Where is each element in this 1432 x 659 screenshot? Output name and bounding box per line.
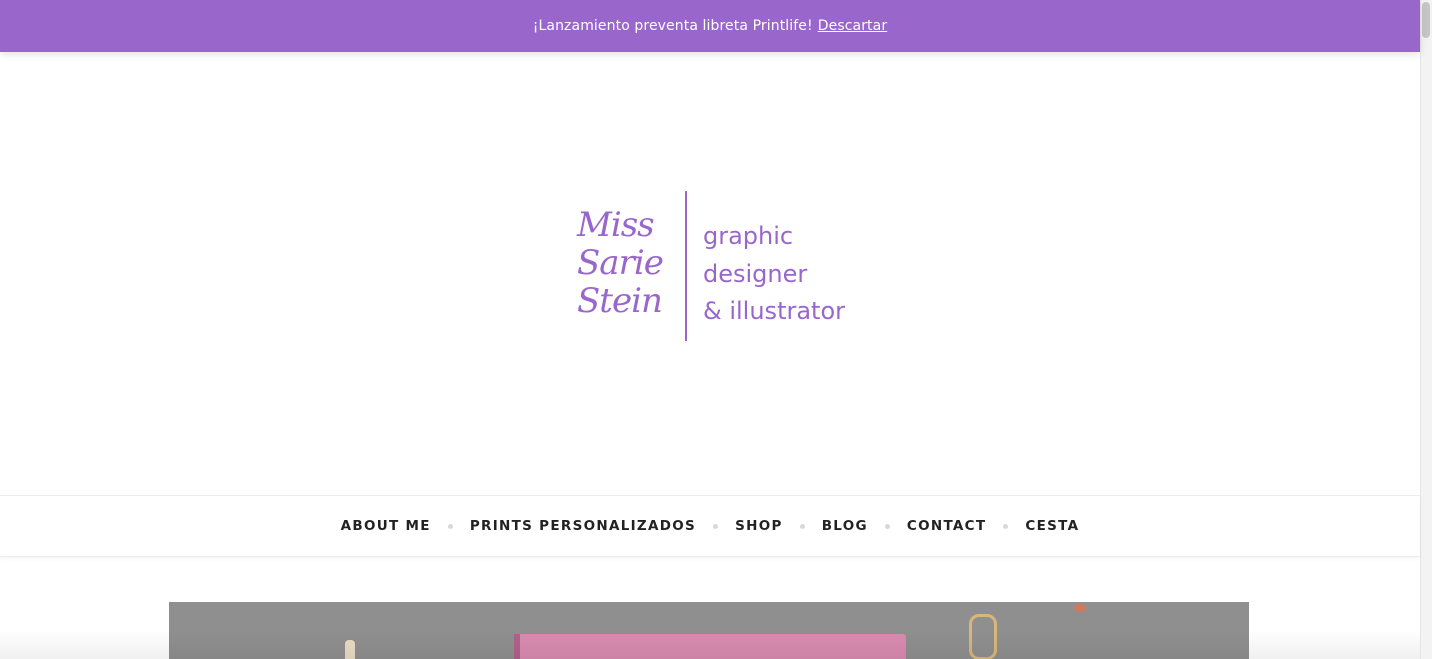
logo-script-name: Miss Sarie Stein (577, 206, 677, 324)
hero-notebook-shape (514, 634, 906, 659)
logo-tagline: graphic designer & illustrator (703, 218, 845, 331)
hero-notebook-spine (514, 634, 520, 659)
logo-script-line: Stein (577, 281, 663, 321)
logo-tagline-line: graphic (703, 222, 794, 250)
logo-tagline-line: designer (703, 259, 808, 288)
hero-decor-dot (1074, 604, 1086, 612)
scrollbar-thumb[interactable] (1422, 2, 1430, 38)
logo-script-line: Miss (577, 205, 655, 245)
nav-separator-dot (447, 523, 453, 529)
nav-item-blog[interactable]: BLOG (822, 518, 868, 534)
nav-separator-dot (799, 523, 805, 529)
hero-pen-shape (345, 640, 355, 659)
store-notice-message: ¡Lanzamiento preventa libreta Printlife! (532, 18, 813, 34)
site-logo[interactable]: Miss Sarie Stein graphic designer & illu… (575, 186, 845, 346)
dismiss-notice-link[interactable]: Descartar (818, 18, 887, 34)
nav-item-cesta[interactable]: CESTA (1025, 518, 1079, 534)
logo-divider (685, 191, 687, 341)
nav-separator-dot (713, 523, 719, 529)
logo-tagline-line: & illustrator (703, 297, 846, 325)
logo-script-line: Sarie (577, 243, 664, 283)
store-notice-bar: ¡Lanzamiento preventa libreta Printlife!… (0, 0, 1420, 52)
nav-separator-dot (884, 523, 890, 529)
hero-image (169, 602, 1249, 659)
nav-item-shop[interactable]: SHOP (735, 518, 783, 534)
main-navigation: ABOUT ME PRINTS PERSONALIZADOS SHOP BLOG… (0, 495, 1420, 557)
nav-item-about-me[interactable]: ABOUT ME (341, 518, 431, 534)
nav-item-contact[interactable]: CONTACT (907, 518, 987, 534)
hero-paperclip-shape (969, 614, 997, 659)
nav-separator-dot (1003, 523, 1009, 529)
nav-item-prints-personalizados[interactable]: PRINTS PERSONALIZADOS (470, 518, 696, 534)
scrollbar[interactable] (1420, 0, 1432, 659)
